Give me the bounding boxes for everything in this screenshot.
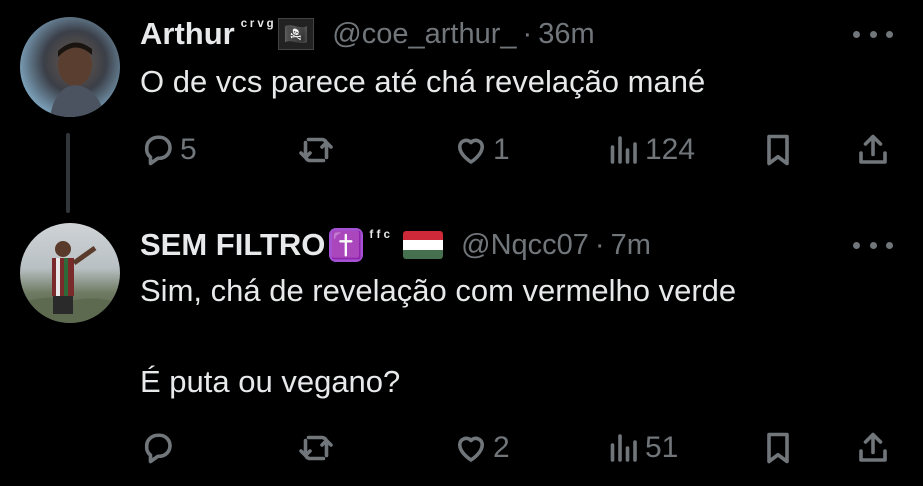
separator: ·: [594, 228, 605, 261]
like-count: 1: [493, 133, 510, 166]
reply-icon: [144, 135, 172, 166]
display-name[interactable]: SEM FILTRO: [140, 227, 325, 263]
share-icon: [859, 134, 887, 164]
views-button[interactable]: 124: [605, 130, 695, 170]
bookmark-icon: [767, 134, 789, 166]
reply-count: 5: [180, 133, 197, 166]
cross-icon: ✝️: [329, 228, 364, 262]
like-button[interactable]: 1: [453, 130, 510, 170]
views-button[interactable]: 51: [605, 428, 678, 468]
retweet-icon: [299, 435, 333, 461]
tweet-text: O de vcs parece até chá revelação mané: [140, 64, 706, 99]
bookmark-icon: [767, 432, 789, 464]
separator: ·: [522, 17, 533, 50]
bookmark-button[interactable]: [760, 428, 796, 468]
user-handle[interactable]: @Nqcc07: [461, 229, 589, 262]
tweet-header: Arthur ᶜʳᵛᵍ 🏴‍☠️ @coe_arthur_ · 36m: [140, 14, 595, 54]
avatar-photo: [20, 241, 120, 323]
action-bar: 5 1 124: [140, 130, 900, 170]
reply-button[interactable]: 5: [140, 130, 197, 170]
timestamp[interactable]: 36m: [538, 18, 594, 51]
pirate-flag-icon: 🏴‍☠️: [278, 18, 315, 50]
like-icon: [457, 138, 485, 164]
view-count: 51: [645, 431, 679, 464]
share-button[interactable]: [855, 428, 891, 468]
name-decoration: ᶠᶠᶜ: [369, 227, 394, 246]
like-count: 2: [493, 431, 510, 464]
avatar-photo: [50, 42, 105, 117]
view-count: 124: [645, 133, 696, 166]
avatar[interactable]: [20, 17, 120, 117]
retweet-button[interactable]: [298, 428, 338, 468]
retweet-button[interactable]: [298, 130, 338, 170]
views-icon: [610, 434, 637, 462]
tweet-text-line1: Sim, chá de revelação com vermelho verde: [140, 273, 737, 308]
like-button[interactable]: 2: [453, 428, 510, 468]
user-handle[interactable]: @coe_arthur_: [332, 18, 516, 51]
timestamp[interactable]: 7m: [611, 229, 651, 262]
share-button[interactable]: [855, 130, 891, 170]
like-icon: [457, 436, 485, 462]
action-bar: 2 51: [140, 428, 900, 468]
share-icon: [859, 432, 887, 462]
tweet[interactable]: SEM FILTRO ✝️ ᶠᶠᶜ @Nqcc07 · 7m Sim, chá …: [0, 215, 923, 486]
hungary-flag-icon: [403, 231, 444, 259]
display-name[interactable]: Arthur: [140, 16, 235, 52]
avatar[interactable]: [20, 223, 120, 323]
retweet-icon: [299, 137, 333, 163]
views-icon: [610, 136, 637, 164]
tweet-header: SEM FILTRO ✝️ ᶠᶠᶜ @Nqcc07 · 7m: [140, 225, 651, 265]
more-icon[interactable]: [853, 235, 893, 255]
tweet[interactable]: Arthur ᶜʳᵛᵍ 🏴‍☠️ @coe_arthur_ · 36m O de…: [0, 0, 923, 215]
reply-button[interactable]: [140, 428, 180, 468]
bookmark-button[interactable]: [760, 130, 796, 170]
tweet-text-line2: É puta ou vegano?: [140, 364, 401, 399]
name-decoration: ᶜʳᵛᵍ: [240, 16, 277, 35]
more-icon[interactable]: [853, 24, 893, 44]
reply-icon: [144, 433, 172, 464]
thread-line: [66, 133, 70, 213]
